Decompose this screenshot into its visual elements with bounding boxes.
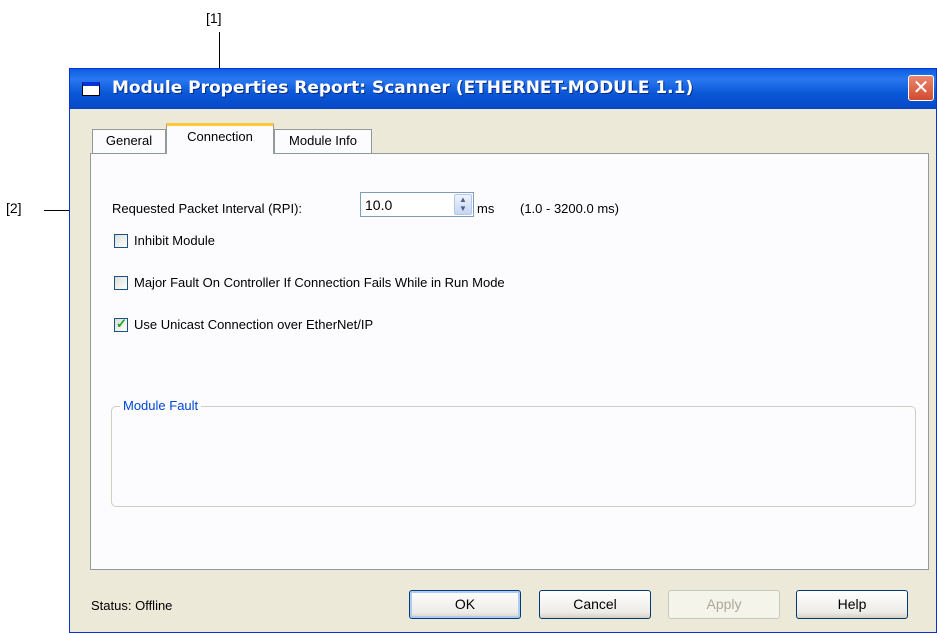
title-bar[interactable]: Module Properties Report: Scanner (ETHER… — [70, 69, 936, 109]
cancel-button[interactable]: Cancel — [539, 590, 651, 619]
major-fault-label: Major Fault On Controller If Connection … — [134, 275, 505, 290]
ok-button[interactable]: OK — [409, 590, 521, 619]
close-icon[interactable]: ✕ — [908, 75, 934, 101]
unicast-connection-checkbox[interactable]: ✓ — [114, 316, 128, 332]
rpi-unit: ms — [477, 201, 495, 216]
apply-button[interactable]: Apply — [668, 590, 780, 619]
module-fault-label: Module Fault — [120, 398, 202, 413]
rpi-spinner-icon[interactable]: ▲ ▼ — [454, 194, 472, 215]
callout-1: [1] — [206, 10, 222, 26]
status-text: Status: Offline — [91, 598, 173, 613]
callout-2: [2] — [6, 200, 22, 216]
rpi-input[interactable] — [361, 193, 451, 216]
window-icon — [82, 82, 100, 96]
tab-general[interactable]: General — [92, 129, 166, 153]
tab-connection[interactable]: Connection — [166, 123, 274, 154]
rpi-field[interactable]: ▲▼ — [360, 192, 474, 217]
window-title: Module Properties Report: Scanner (ETHER… — [112, 78, 694, 98]
unicast-connection-label: Use Unicast Connection over EtherNet/IP — [134, 317, 374, 332]
tab-module-info[interactable]: Module Info — [274, 129, 372, 153]
rpi-label: Requested Packet Interval (RPI): — [112, 201, 303, 216]
inhibit-module-checkbox[interactable] — [114, 234, 128, 248]
inhibit-module-label: Inhibit Module — [134, 233, 215, 248]
module-fault-group — [111, 406, 916, 507]
help-button[interactable]: Help — [796, 590, 908, 619]
check-icon: ✓ — [116, 316, 127, 331]
rpi-range: (1.0 - 3200.0 ms) — [520, 201, 619, 216]
major-fault-checkbox[interactable] — [114, 276, 128, 290]
